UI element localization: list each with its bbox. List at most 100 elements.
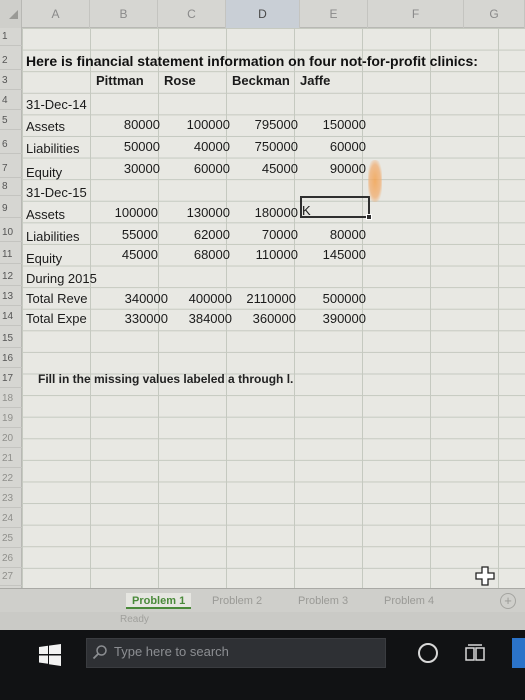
row-header[interactable]: 24 — [0, 510, 22, 528]
row-header[interactable]: 16 — [0, 350, 22, 368]
tab-problem-1[interactable]: Problem 1 — [126, 593, 192, 609]
select-all-corner[interactable] — [0, 0, 22, 28]
row-header[interactable]: 11 — [0, 246, 22, 264]
total-revenue-rose[interactable]: 400000 — [172, 290, 232, 308]
column-header-b[interactable]: B — [90, 0, 158, 28]
screen-glare — [368, 160, 382, 202]
assets-2014-beckman[interactable]: 795000 — [234, 116, 298, 134]
assets-2015-pittman[interactable]: 100000 — [94, 204, 158, 222]
column-header-a[interactable]: A — [22, 0, 90, 28]
total-revenue-jaffe[interactable]: 500000 — [302, 290, 366, 308]
equity-2014-pittman[interactable]: 30000 — [98, 160, 160, 178]
equity-2014-beckman[interactable]: 45000 — [234, 160, 298, 178]
active-cell-selection[interactable] — [300, 196, 370, 218]
row-header[interactable]: 4 — [0, 92, 22, 110]
total-expense-jaffe[interactable]: 390000 — [302, 310, 366, 328]
during-2015-label[interactable]: During 2015 — [26, 270, 97, 288]
total-expense-beckman[interactable]: 360000 — [232, 310, 296, 328]
row-header[interactable]: 1 — [0, 28, 22, 46]
assets-label-2015[interactable]: Assets — [26, 206, 65, 224]
column-header-bar: A B C D E F G — [0, 0, 525, 28]
clinic-rose[interactable]: Rose — [164, 72, 196, 90]
sheet-tabs-bar: Problem 1 Problem 2 Problem 3 Problem 4 … — [0, 588, 525, 612]
total-revenue-label[interactable]: Total Reve — [26, 290, 87, 308]
fill-handle[interactable] — [366, 214, 372, 220]
assets-label[interactable]: Assets — [26, 118, 65, 136]
windows-start-icon[interactable] — [38, 644, 62, 666]
row-header[interactable]: 6 — [0, 136, 22, 154]
liabilities-2015-beckman[interactable]: 70000 — [234, 226, 298, 244]
assets-2014-jaffe[interactable]: 150000 — [302, 116, 366, 134]
row-header[interactable]: 9 — [0, 200, 22, 218]
add-sheet-button[interactable]: + — [500, 593, 516, 609]
column-header-g[interactable]: G — [464, 0, 525, 28]
cortana-icon[interactable] — [418, 643, 438, 663]
row-header[interactable]: 22 — [0, 470, 22, 488]
row-header[interactable]: 3 — [0, 72, 22, 90]
total-expense-rose[interactable]: 384000 — [172, 310, 232, 328]
task-view-icon[interactable] — [464, 642, 486, 664]
equity-2015-beckman[interactable]: 110000 — [234, 246, 298, 264]
row-header[interactable]: 15 — [0, 330, 22, 348]
total-expense-label[interactable]: Total Expe — [26, 310, 87, 328]
equity-2015-jaffe[interactable]: 145000 — [302, 246, 366, 264]
liabilities-label-2015[interactable]: Liabilities — [26, 228, 79, 246]
row-header[interactable]: 14 — [0, 308, 22, 326]
row-header[interactable]: 12 — [0, 268, 22, 286]
liabilities-2014-jaffe[interactable]: 60000 — [302, 138, 366, 156]
total-expense-pittman[interactable]: 330000 — [104, 310, 168, 328]
assets-2015-beckman[interactable]: 180000 — [234, 204, 298, 222]
row-header[interactable]: 5 — [0, 112, 22, 130]
assets-2015-rose[interactable]: 130000 — [164, 204, 230, 222]
row-header[interactable]: 25 — [0, 530, 22, 548]
liabilities-2014-beckman[interactable]: 750000 — [234, 138, 298, 156]
column-header-e[interactable]: E — [300, 0, 368, 28]
row-header[interactable]: 23 — [0, 490, 22, 508]
liabilities-2015-rose[interactable]: 62000 — [164, 226, 230, 244]
cell-cursor-icon — [475, 566, 495, 586]
cell-grid[interactable] — [22, 28, 525, 588]
liabilities-2014-rose[interactable]: 40000 — [166, 138, 230, 156]
total-revenue-beckman[interactable]: 2110000 — [232, 290, 296, 308]
liabilities-2014-pittman[interactable]: 50000 — [98, 138, 160, 156]
clinic-jaffe[interactable]: Jaffe — [300, 72, 330, 90]
row-header[interactable]: 17 — [0, 370, 22, 388]
row-header[interactable]: 13 — [0, 288, 22, 306]
row-header[interactable]: 8 — [0, 178, 22, 196]
equity-2015-rose[interactable]: 68000 — [164, 246, 230, 264]
clinic-pittman[interactable]: Pittman — [96, 72, 144, 90]
row-header[interactable]: 18 — [0, 390, 22, 408]
total-revenue-pittman[interactable]: 340000 — [104, 290, 168, 308]
tab-problem-3[interactable]: Problem 3 — [292, 593, 354, 609]
date-2015-label[interactable]: 31-Dec-15 — [26, 184, 87, 202]
row-header[interactable]: 19 — [0, 410, 22, 428]
row-header[interactable]: 27 — [0, 568, 22, 586]
equity-label-2015[interactable]: Equity — [26, 250, 62, 268]
assets-2014-pittman[interactable]: 80000 — [98, 116, 160, 134]
tab-problem-4[interactable]: Problem 4 — [378, 593, 440, 609]
tab-problem-2[interactable]: Problem 2 — [206, 593, 268, 609]
liabilities-2015-pittman[interactable]: 55000 — [94, 226, 158, 244]
column-header-d[interactable]: D — [226, 0, 300, 28]
row-header[interactable]: 7 — [0, 160, 22, 178]
date-2014-label[interactable]: 31-Dec-14 — [26, 96, 87, 114]
status-bar: Ready — [0, 612, 525, 630]
column-header-f[interactable]: F — [368, 0, 464, 28]
equity-2014-jaffe[interactable]: 90000 — [302, 160, 366, 178]
row-header[interactable]: 21 — [0, 450, 22, 468]
clinic-beckman[interactable]: Beckman — [232, 72, 290, 90]
equity-2015-pittman[interactable]: 45000 — [94, 246, 158, 264]
assets-2014-rose[interactable]: 100000 — [166, 116, 230, 134]
column-header-c[interactable]: C — [158, 0, 226, 28]
equity-label[interactable]: Equity — [26, 164, 62, 182]
instruction-note[interactable]: Fill in the missing values labeled a thr… — [38, 370, 293, 388]
row-header[interactable]: 20 — [0, 430, 22, 448]
liabilities-label[interactable]: Liabilities — [26, 140, 79, 158]
pinned-app-icon[interactable] — [512, 638, 525, 668]
row-header[interactable]: 2 — [0, 52, 22, 70]
equity-2014-rose[interactable]: 60000 — [166, 160, 230, 178]
sheet-title[interactable]: Here is financial statement information … — [26, 52, 478, 70]
row-header[interactable]: 10 — [0, 224, 22, 242]
row-header[interactable]: 26 — [0, 550, 22, 568]
liabilities-2015-jaffe[interactable]: 80000 — [302, 226, 366, 244]
